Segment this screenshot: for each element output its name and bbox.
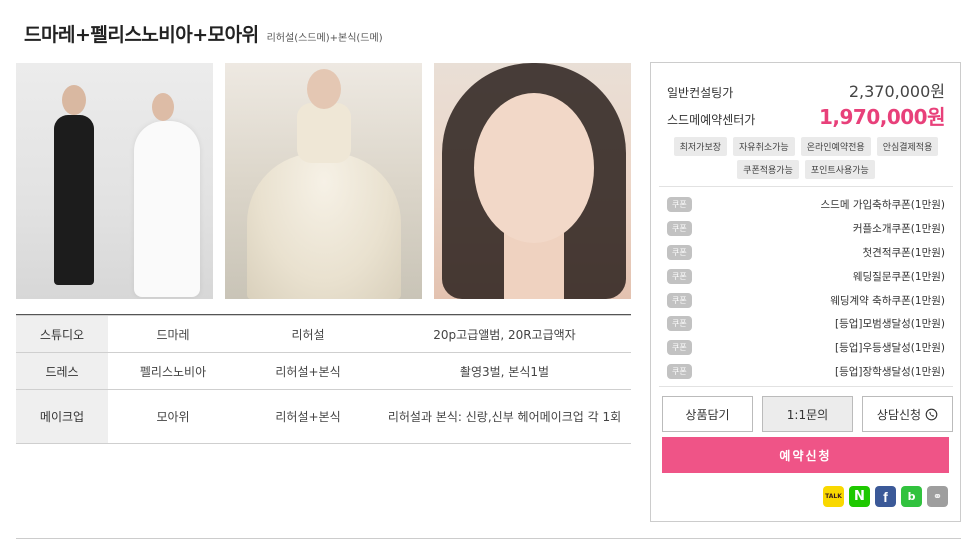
coupon-badge: 쿠폰 — [667, 197, 692, 213]
row-label: 스튜디오 — [16, 315, 108, 353]
coupon-list: 쿠폰 스드메 가입축하쿠폰(1만원) 쿠폰 커플소개쿠폰(1만원) 쿠폰 첫견적… — [667, 193, 945, 383]
vendor-cell: 모아위 — [108, 389, 238, 444]
detail-cell: 촬영3벌, 본식1벌 — [378, 352, 631, 390]
benefit-tags: 최저가보장 자유취소가능 온라인예약전용 안심결제적용 쿠폰적용가능 포인트사용… — [665, 137, 947, 179]
detail-cell: 리허설과 본식: 신랑,신부 헤어메이크업 각 1회 — [378, 389, 631, 444]
add-to-cart-button[interactable]: 상품담기 — [662, 396, 753, 432]
vendor-cell: 펠리스노비아 — [108, 352, 238, 390]
coupon-name: [등업]장학생달성(1만원) — [834, 365, 945, 378]
coupon-name: 웨딩질문쿠폰(1만원) — [852, 270, 945, 283]
couple-photo[interactable] — [16, 63, 213, 299]
coupon-item[interactable]: 쿠폰 첫견적쿠폰(1만원) — [667, 241, 945, 265]
photo-gallery — [16, 63, 631, 299]
coupon-name: 커플소개쿠폰(1만원) — [852, 223, 945, 236]
face-shape — [474, 93, 594, 243]
wedding-dress-photo[interactable] — [225, 63, 422, 299]
link-icon[interactable]: ⚭ — [927, 486, 948, 507]
benefit-tag: 온라인예약전용 — [800, 137, 871, 156]
type-cell: 리허설+본식 — [238, 352, 378, 390]
consult-button[interactable]: 상담신청 — [862, 396, 953, 432]
coupon-badge: 쿠폰 — [667, 316, 692, 332]
normal-price: 2,370,000원 — [848, 82, 945, 101]
action-buttons: 상품담기 1:1문의 상담신청 — [662, 396, 953, 432]
normal-price-label: 일반컨설팅가 — [667, 86, 734, 100]
sale-price: 1,970,000원 — [818, 105, 946, 129]
coupon-name: [등업]모범생달성(1만원) — [834, 318, 945, 331]
benefit-tag: 안심결제적용 — [876, 137, 939, 156]
reserve-button[interactable]: 예약신청 — [662, 437, 949, 473]
divider — [659, 386, 953, 387]
share-icons: TALK N f b ⚭ — [823, 486, 948, 507]
coupon-name: 웨딩계약 축하쿠폰(1만원) — [830, 294, 945, 307]
package-info-table: 스튜디오 드마레 리허설 20p고급앨범, 20R고급액자 드레스 펠리스노비아… — [16, 315, 631, 444]
groom-figure — [54, 115, 94, 285]
benefit-tag: 자유취소가능 — [733, 137, 795, 156]
bride-head — [152, 93, 174, 121]
type-cell: 리허설 — [238, 315, 378, 353]
vendor-cell: 드마레 — [108, 315, 238, 353]
bride-figure — [134, 121, 200, 297]
gown-bodice — [297, 103, 351, 163]
coupon-item[interactable]: 쿠폰 커플소개쿠폰(1만원) — [667, 217, 945, 241]
groom-head — [62, 85, 86, 115]
sale-price-label: 스드메예약센터가 — [667, 113, 756, 127]
coupon-badge: 쿠폰 — [667, 363, 692, 379]
coupon-badge: 쿠폰 — [667, 244, 692, 260]
table-row: 드레스 펠리스노비아 리허설+본식 촬영3벌, 본식1벌 — [16, 352, 631, 390]
product-subtitle: 리허설(스드메)+본식(드메) — [266, 33, 383, 44]
table-row: 스튜디오 드마레 리허설 20p고급앨범, 20R고급액자 — [16, 315, 631, 353]
inquiry-button[interactable]: 1:1문의 — [762, 396, 853, 432]
normal-price-row: 일반컨설팅가 2,370,000원 — [667, 78, 945, 102]
coupon-badge: 쿠폰 — [667, 221, 692, 237]
coupon-badge: 쿠폰 — [667, 268, 692, 284]
coupon-name: 스드메 가입축하쿠폰(1만원) — [820, 199, 945, 212]
benefit-tag: 포인트사용가능 — [804, 160, 875, 179]
coupon-item[interactable]: 쿠폰 웨딩질문쿠폰(1만원) — [667, 264, 945, 288]
coupon-name: 첫견적쿠폰(1만원) — [862, 246, 946, 259]
consult-label: 상담신청 — [876, 407, 922, 422]
coupon-item[interactable]: 쿠폰 [등업]장학생달성(1만원) — [667, 360, 945, 384]
model-head — [307, 69, 341, 109]
naver-icon[interactable]: N — [849, 486, 870, 507]
band-icon[interactable]: b — [901, 486, 922, 507]
facebook-icon[interactable]: f — [875, 486, 896, 507]
type-cell: 리허설+본식 — [238, 389, 378, 444]
coupon-item[interactable]: 쿠폰 스드메 가입축하쿠폰(1만원) — [667, 193, 945, 217]
product-title: 드마레+펠리스노비아+모아위 — [24, 24, 259, 46]
gown-skirt — [247, 153, 401, 299]
product-header: 드마레+펠리스노비아+모아위 리허설(스드메)+본식(드메) — [24, 20, 383, 47]
row-label: 메이크업 — [16, 389, 108, 444]
bottom-divider — [16, 538, 961, 539]
coupon-name: [등업]우등생달성(1만원) — [834, 342, 945, 355]
coupon-badge: 쿠폰 — [667, 292, 692, 308]
kakaotalk-icon[interactable]: TALK — [823, 486, 844, 507]
row-label: 드레스 — [16, 352, 108, 390]
coupon-item[interactable]: 쿠폰 [등업]모범생달성(1만원) — [667, 312, 945, 336]
purchase-panel: 일반컨설팅가 2,370,000원 스드메예약센터가 1,970,000원 최저… — [650, 62, 961, 522]
coupon-item[interactable]: 쿠폰 [등업]우등생달성(1만원) — [667, 336, 945, 360]
benefit-tag: 최저가보장 — [673, 137, 728, 156]
detail-cell: 20p고급앨범, 20R고급액자 — [378, 315, 631, 353]
sale-price-row: 스드메예약센터가 1,970,000원 — [667, 101, 946, 130]
coupon-badge: 쿠폰 — [667, 340, 692, 356]
divider — [659, 186, 953, 187]
whatsapp-phone-icon — [925, 408, 938, 420]
bridal-makeup-photo[interactable] — [434, 63, 631, 299]
benefit-tag: 쿠폰적용가능 — [737, 160, 799, 179]
coupon-item[interactable]: 쿠폰 웨딩계약 축하쿠폰(1만원) — [667, 288, 945, 312]
table-row: 메이크업 모아위 리허설+본식 리허설과 본식: 신랑,신부 헤어메이크업 각 … — [16, 389, 631, 444]
